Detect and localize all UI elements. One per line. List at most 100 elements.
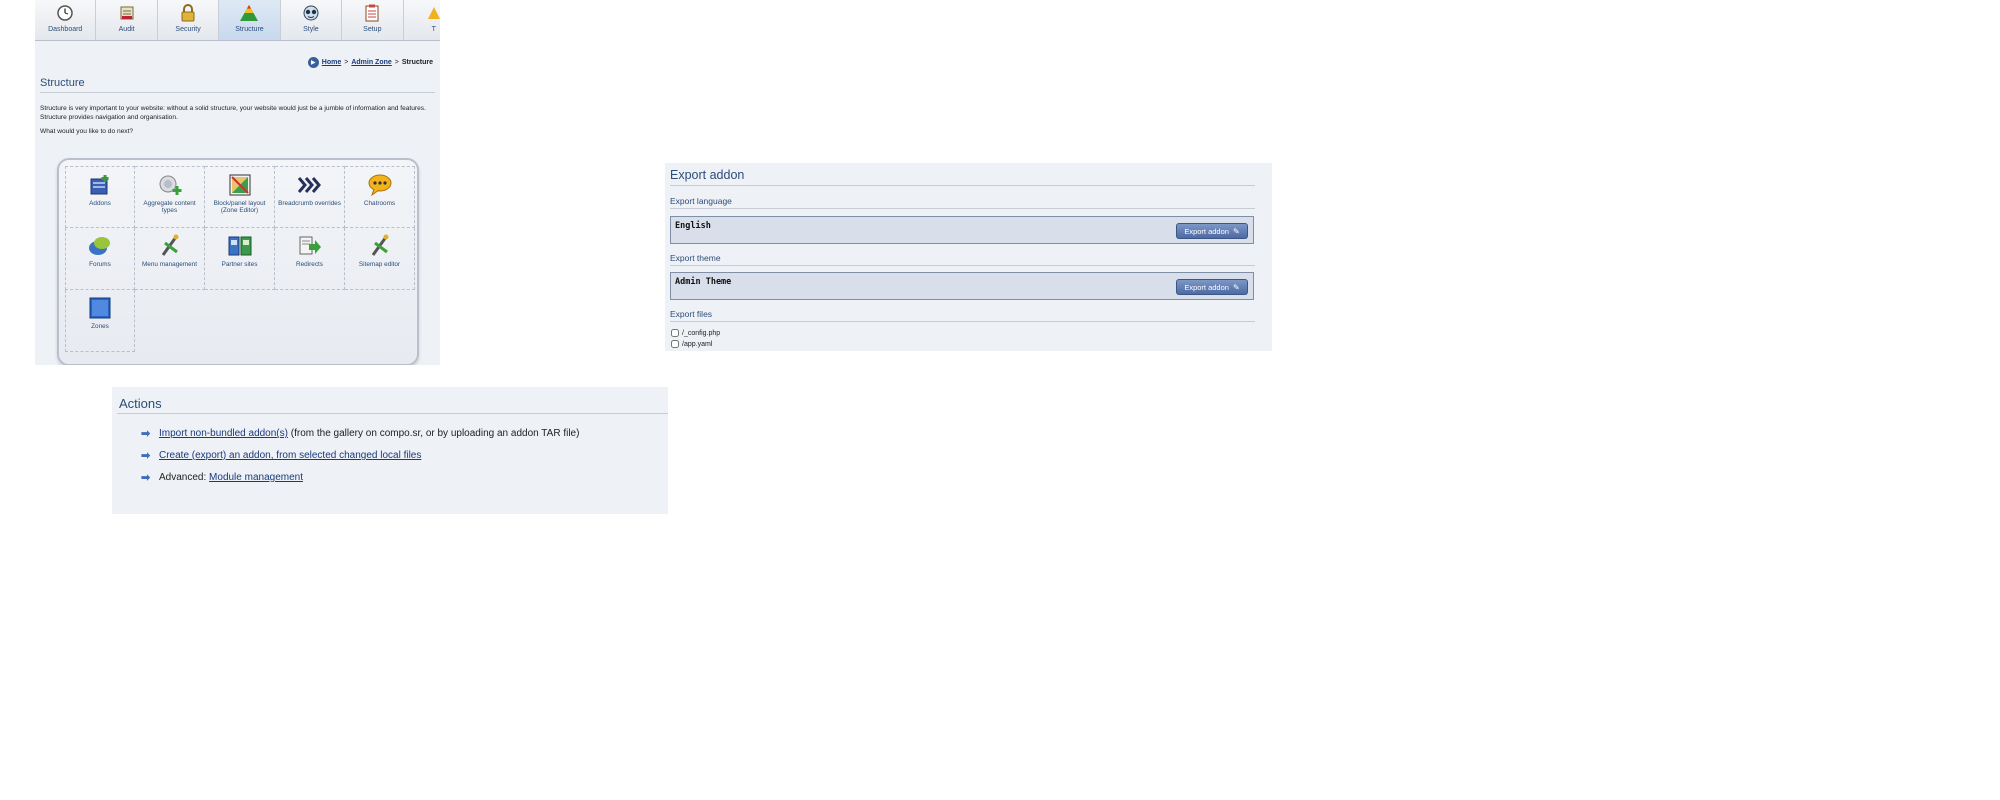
partner-sites-icon — [228, 236, 251, 256]
export-files-heading: Export files — [670, 309, 713, 319]
action-item: ➡ Import non-bundled addon(s) (from the … — [141, 427, 579, 440]
grid-item-chatrooms[interactable]: Chatrooms — [345, 166, 415, 228]
next-prompt: What would you like to do next? — [40, 128, 134, 135]
export-language-row: English Export addon ✎ — [670, 216, 1254, 244]
grid-item-sitemap-editor[interactable]: Sitemap editor — [345, 228, 415, 290]
export-theme-button[interactable]: Export addon ✎ — [1176, 279, 1248, 295]
breadcrumb: ▶ Home > Admin Zone > Structure — [307, 57, 433, 68]
tab-tools[interactable]: T — [404, 0, 440, 40]
audit-icon — [117, 3, 137, 23]
breadcrumb-icon — [297, 177, 321, 193]
chat-icon — [368, 174, 391, 197]
breadcrumb-home-link[interactable]: Home — [322, 59, 341, 66]
theme-name: Admin Theme — [675, 277, 732, 287]
arrow-right-icon: ➡ — [141, 428, 151, 440]
export-addon-panel: Export addon Export language English Exp… — [665, 163, 1272, 351]
grid-item-label: Breadcrumb overrides — [278, 200, 341, 207]
arrow-right-icon: ➡ — [141, 472, 151, 484]
grid-item-redirects[interactable]: Redirects — [275, 228, 345, 290]
pencil-icon: ✎ — [1232, 226, 1240, 236]
file-path: /_config.php — [682, 329, 721, 337]
tab-setup[interactable]: Setup — [342, 0, 404, 40]
tab-label: Security — [175, 26, 201, 33]
module-management-link[interactable]: Module management — [209, 472, 303, 483]
divider — [40, 92, 435, 93]
sitemap-icon — [371, 234, 388, 256]
language-name: English — [675, 221, 711, 231]
grid-item-label: Aggregate content types — [143, 200, 196, 214]
glasses-icon — [301, 3, 321, 23]
menu-management-icon — [161, 234, 178, 256]
grid-item-label: Forums — [89, 261, 111, 268]
clipboard-icon — [362, 3, 382, 23]
structure-icon-grid: Addons Aggregate content types Block/pan… — [57, 158, 419, 365]
export-theme-row: Admin Theme Export addon ✎ — [670, 272, 1254, 300]
tab-style[interactable]: Style — [281, 0, 343, 40]
tab-label: Dashboard — [48, 26, 83, 33]
action-prefix: Advanced: — [159, 472, 210, 483]
admin-tab-bar: Dashboard Audit Security Structure Style — [35, 0, 440, 41]
action-item: ➡ Advanced: Module management — [141, 471, 303, 484]
clock-icon — [55, 3, 75, 23]
grid-item-menu-management[interactable]: Menu management — [135, 228, 205, 290]
breadcrumb-separator: > — [344, 59, 349, 66]
file-item[interactable]: /_config.php — [671, 329, 720, 337]
export-language-button[interactable]: Export addon ✎ — [1176, 223, 1248, 239]
lock-icon — [178, 3, 198, 23]
breadcrumb-admin-zone-link[interactable]: Admin Zone — [351, 59, 391, 66]
grid-item-label: Block/panel layout (Zone Editor) — [213, 200, 266, 214]
export-addon-title: Export addon — [670, 168, 745, 182]
actions-panel: Actions ➡ Import non-bundled addon(s) (f… — [112, 387, 668, 514]
action-note: (from the gallery on compo.sr, or by upl… — [287, 428, 580, 439]
tools-icon — [424, 3, 440, 23]
grid-item-zone-editor[interactable]: Block/panel layout (Zone Editor) — [205, 166, 275, 228]
grid-item-addons[interactable]: Addons — [65, 166, 135, 228]
pencil-icon: ✎ — [1232, 282, 1240, 292]
file-checkbox[interactable] — [671, 329, 679, 337]
zone-editor-icon — [229, 174, 250, 196]
grid-item-label: Menu management — [141, 261, 198, 268]
file-checkbox[interactable] — [671, 340, 679, 348]
forums-icon — [89, 237, 110, 255]
file-item[interactable]: /app.yaml — [671, 340, 712, 348]
grid-item-forums[interactable]: Forums — [65, 228, 135, 290]
tab-label: Style — [303, 26, 319, 33]
export-theme-heading: Export theme — [670, 253, 721, 263]
actions-title: Actions — [119, 396, 162, 411]
import-addons-link[interactable]: Import non-bundled addon(s) — [159, 428, 288, 439]
tab-dashboard[interactable]: Dashboard — [35, 0, 97, 40]
grid-item-zones[interactable]: Zones — [65, 290, 135, 352]
breadcrumb-current: Structure — [401, 59, 433, 66]
grid-item-label: Partner sites — [221, 261, 258, 268]
play-circle-icon: ▶ — [307, 57, 319, 68]
grid-item-label: Zones — [91, 323, 109, 330]
file-path: /app.yaml — [682, 340, 713, 348]
create-export-addon-link[interactable]: Create (export) an addon, from selected … — [159, 450, 421, 461]
arrow-right-icon: ➡ — [141, 450, 151, 462]
action-item: ➡ Create (export) an addon, from selecte… — [141, 449, 421, 462]
grid-item-label: Redirects — [296, 261, 323, 268]
grid-item-breadcrumb-overrides[interactable]: Breadcrumb overrides — [275, 166, 345, 228]
divider — [670, 185, 1255, 186]
tab-security[interactable]: Security — [158, 0, 220, 40]
tab-label: Audit — [118, 26, 135, 33]
tab-label: Structure — [235, 26, 264, 33]
grid-item-label: Chatrooms — [363, 200, 396, 207]
divider — [670, 265, 1255, 266]
tab-label: T — [431, 26, 436, 33]
export-language-heading: Export language — [670, 196, 732, 206]
grid-item-partner-sites[interactable]: Partner sites — [205, 228, 275, 290]
grid-item-aggregate-content-types[interactable]: Aggregate content types — [135, 166, 205, 228]
pyramid-icon — [239, 3, 259, 23]
tab-structure[interactable]: Structure — [219, 0, 281, 40]
tab-audit[interactable]: Audit — [96, 0, 158, 40]
page-description: Structure is very important to your webs… — [40, 105, 426, 121]
breadcrumb-separator: > — [394, 59, 399, 66]
divider — [117, 413, 668, 414]
tab-label: Setup — [363, 26, 382, 33]
button-label: Export addon — [1184, 282, 1229, 292]
zones-icon — [89, 297, 111, 319]
button-label: Export addon — [1184, 226, 1229, 236]
grid-item-label: Addons — [89, 200, 111, 207]
page-title: Structure — [40, 77, 85, 89]
